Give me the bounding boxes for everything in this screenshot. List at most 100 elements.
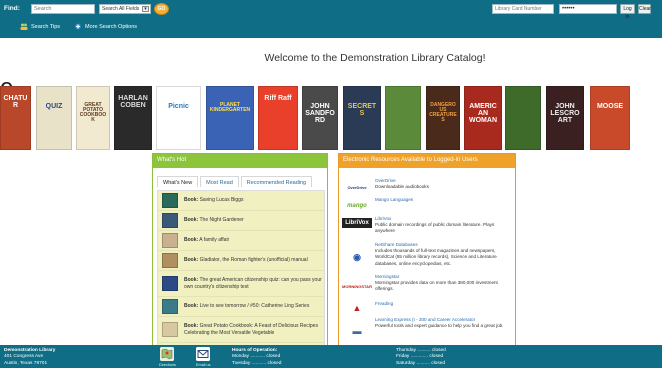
resource-logo[interactable]: LibriVox [342, 218, 372, 228]
book-cover[interactable]: AMERICAN WOMAN [464, 86, 502, 150]
resource-item: ▲ Freading [339, 301, 515, 315]
resource-logo[interactable]: mango [339, 197, 375, 215]
electronic-resources-header: Electronic Resources Available to Logged… [339, 154, 515, 168]
book-cover[interactable]: SECRETS [343, 86, 381, 150]
list-item-text[interactable]: Book: Live to see tomorrow / #50: Cather… [184, 303, 309, 310]
search-tips-link[interactable]: Search Tips [20, 23, 60, 30]
list-item-kind: Book: [184, 257, 199, 264]
book-cover-title: CHATUR [3, 95, 28, 109]
book-cover[interactable]: GREAT POTATO COOKBOOK [76, 86, 110, 150]
hours-left: Hours of Operation: Monday ........... c… [232, 348, 281, 367]
pin-input[interactable] [559, 4, 617, 14]
list-item[interactable]: Book: A family affair [158, 231, 324, 251]
resource-item: OverDrive OverDrive Downloadable audiobook… [339, 178, 515, 196]
book-cover[interactable]: JOHN LESCROART [546, 86, 584, 150]
book-thumbnail[interactable] [162, 213, 178, 228]
resource-description: Learning Express (I - 300 and Career Acc… [375, 317, 507, 345]
tab-recommended-reading[interactable]: Recommended Reading [240, 176, 313, 187]
resource-logo[interactable]: ▬ [339, 317, 375, 345]
book-thumbnail[interactable] [162, 193, 178, 208]
list-item-text[interactable]: Book: Gladiator, the Roman fighter's (un… [184, 257, 308, 264]
book-thumbnail[interactable] [162, 253, 178, 268]
resource-logo[interactable]: MORNINGSTAR [339, 274, 375, 298]
list-item-text[interactable]: Book: The Night Gardener [184, 217, 244, 224]
book-cover-carousel: CHATUR QUIZ GREAT POTATO COOKBOOK HARLAN CO… [0, 86, 662, 152]
list-item-text[interactable]: Book: Great Potato Cookbook: A Feast of … [184, 323, 324, 337]
list-item-title: A family affair [199, 237, 230, 244]
map-icon[interactable] [160, 347, 174, 361]
list-item[interactable]: Book: Great Potato Cookbook: A Feast of … [158, 317, 324, 343]
list-item[interactable]: Book: Saving Lucas Biggs [158, 191, 324, 211]
resource-description-text: Downloadable audiobooks [375, 184, 429, 190]
book-thumbnail[interactable] [162, 322, 178, 337]
book-cover[interactable] [505, 86, 541, 150]
book-cover[interactable]: HARLAN COBEN [114, 86, 152, 150]
login-button[interactable]: Log in [620, 4, 635, 20]
list-item-text[interactable]: Book: The great American citizenship qui… [184, 277, 324, 291]
search-input[interactable] [31, 4, 95, 14]
resource-logo[interactable]: ◉ [339, 242, 375, 272]
resource-item: ◉ NetShare Databases Includes thousands of… [339, 242, 515, 272]
library-card-input[interactable] [492, 4, 554, 14]
list-item-text[interactable]: Book: Saving Lucas Biggs [184, 197, 243, 204]
list-item-kind: Book: [184, 237, 199, 244]
search-field-select[interactable]: Search All Fields ▾ [99, 4, 151, 14]
resource-logo[interactable]: ▲ [339, 301, 375, 315]
resource-description-text: Public domain recordings of public domai… [375, 222, 495, 234]
electronic-resources-panel: Electronic Resources Available to Logged… [338, 153, 516, 347]
book-cover[interactable]: JOHN SANDFORD [302, 86, 338, 150]
resource-item: MORNINGSTAR Morningstar Morningstar provid… [339, 274, 515, 298]
clear-button[interactable]: Clear [638, 4, 651, 14]
book-cover[interactable]: CHATUR [0, 86, 31, 150]
book-cover[interactable]: MOOSE [590, 86, 630, 150]
list-item-title: The Night Gardener [199, 217, 244, 224]
book-thumbnail[interactable] [162, 299, 178, 314]
email-icon[interactable] [196, 347, 210, 361]
list-item[interactable]: Book: The great American citizenship qui… [158, 271, 324, 297]
book-cover[interactable]: Riff Raff [258, 86, 298, 150]
resource-item: ▬ Learning Express (I - 300 and Career Ac… [339, 317, 515, 345]
book-thumbnail[interactable] [162, 233, 178, 248]
book-cover[interactable]: DANGEROUS CREATURES [426, 86, 460, 150]
footer: Demonstration Library 401 Congress Ave A… [0, 345, 662, 368]
search-field-select-value: Search All Fields [102, 6, 140, 12]
list-item-title: Great Potato Cookbook: A Feast of Delici… [184, 322, 318, 336]
more-search-options-link[interactable]: More Search Options [74, 23, 137, 30]
whats-hot-list: Book: Saving Lucas Biggs Book: The Night … [157, 190, 325, 348]
tab-most-read[interactable]: Most Read [200, 176, 239, 187]
page-title-text: Welcome to the Demonstration Library Cat… [264, 52, 486, 64]
resource-link[interactable]: Mango Languages [375, 197, 413, 203]
book-cover[interactable] [385, 86, 421, 150]
hours-row: Friday ............. closed [396, 354, 444, 360]
search-go-button[interactable]: GO [154, 3, 169, 15]
list-item-title: Live to see tomorrow / #50: Catherine Li… [199, 303, 310, 310]
resource-description: NetShare Databases Includes thousands of … [375, 242, 515, 272]
library-address-line2: Austin, Texas 78701 [4, 360, 48, 366]
list-item[interactable]: Book: The Night Gardener [158, 211, 324, 231]
list-item-kind: Book: [184, 197, 199, 204]
whats-hot-panel: What's Hot What's New Most Read Recommen… [152, 153, 328, 348]
book-cover[interactable]: PLANET KINDERGARTEN [206, 86, 254, 150]
hours-row: Tuesday ........... closed [232, 360, 282, 366]
list-item-title: Gladiator, the Roman fighter's (unoffici… [199, 257, 308, 264]
list-item-kind: Book: [184, 303, 199, 310]
book-cover[interactable]: Picnic [156, 86, 201, 150]
list-item[interactable]: Book: Gladiator, the Roman fighter's (un… [158, 251, 324, 271]
resource-link[interactable]: Freading [375, 301, 393, 307]
book-cover-title: SECRETS [347, 103, 377, 117]
book-cover[interactable]: QUIZ [36, 86, 72, 150]
search-options-row: Search Tips More Search Options [20, 23, 137, 30]
resource-logo[interactable]: OverDrive [339, 178, 375, 196]
library-name: Demonstration Library [4, 348, 56, 353]
book-thumbnail[interactable] [162, 276, 178, 291]
find-label: Find: [4, 5, 20, 12]
resource-description: Morningstar Morningstar provides data on … [375, 274, 515, 298]
more-search-options-label: More Search Options [85, 23, 138, 30]
list-item-title: The great American citizenship quiz: can… [184, 276, 322, 290]
tab-whats-new[interactable]: What's New [157, 176, 199, 187]
book-cover-title: QUIZ [45, 103, 63, 110]
list-item[interactable]: Book: Live to see tomorrow / #50: Cather… [158, 297, 324, 317]
list-item-kind: Book: [184, 276, 199, 283]
list-item-text[interactable]: Book: A family affair [184, 237, 229, 244]
book-cover-title: JOHN LESCROART [550, 103, 580, 124]
